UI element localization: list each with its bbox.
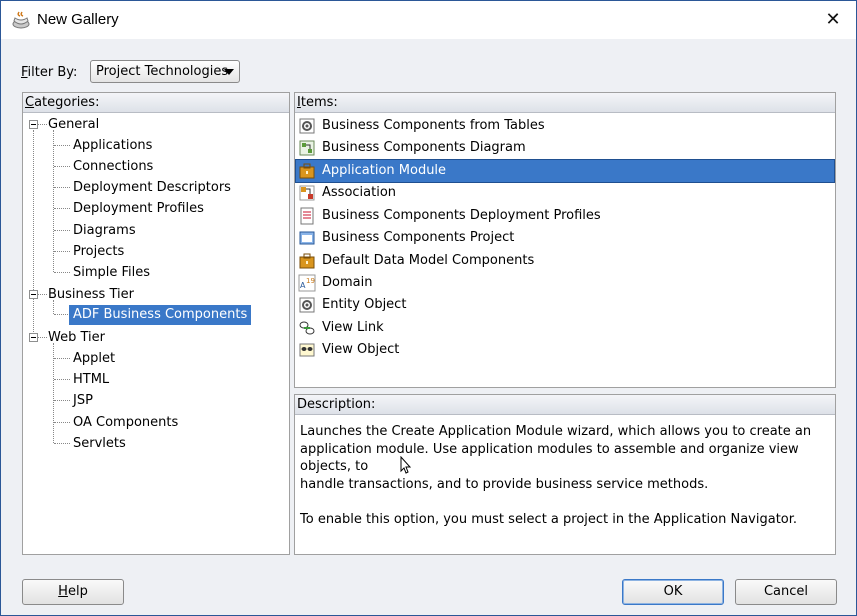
description-text: Launches the Create Application Module w… <box>300 424 812 527</box>
tree-connector <box>54 251 70 252</box>
tree-connector <box>54 443 70 444</box>
item-label: Business Components Deployment Profiles <box>322 208 601 223</box>
cancel-button[interactable]: Cancel <box>735 579 837 605</box>
tree-item-deployment-descriptors[interactable]: Deployment Descriptors <box>73 180 231 195</box>
tree-item-servlets[interactable]: Servlets <box>73 436 126 451</box>
categories-pane: Categories: General Applications Connect… <box>22 92 290 555</box>
items-pane: Items: Business Components from Tables B… <box>294 92 836 388</box>
tree-connector <box>53 300 54 314</box>
deployment-profile-icon <box>300 207 314 225</box>
item-business-components-project[interactable]: Business Components Project <box>296 227 834 249</box>
tree-group-general[interactable]: General <box>48 117 99 132</box>
item-label: Domain <box>322 275 373 290</box>
tree-item-diagrams[interactable]: Diagrams <box>73 223 136 238</box>
tree-connector <box>54 400 70 401</box>
filter-label: Filter By: <box>21 65 77 80</box>
tree-group-business-tier[interactable]: Business Tier <box>48 287 134 302</box>
new-gallery-dialog: New Gallery ✕ Filter By: Project Technol… <box>0 0 857 616</box>
tree-item-applications[interactable]: Applications <box>73 138 152 153</box>
tree-connector <box>54 272 70 273</box>
item-view-link[interactable]: View Link <box>296 317 834 339</box>
tree-item-oa-components[interactable]: OA Components <box>73 415 178 430</box>
tree-item-projects[interactable]: Projects <box>73 244 124 259</box>
categories-header-text: ategories: <box>34 95 100 110</box>
view-object-icon <box>299 343 315 357</box>
collapse-business-tier-icon[interactable] <box>29 290 38 299</box>
item-business-components-deployment-profiles[interactable]: Business Components Deployment Profiles <box>296 205 834 227</box>
tree-connector <box>54 314 70 315</box>
view-link-icon <box>299 321 315 335</box>
chevron-down-icon <box>224 69 234 75</box>
item-view-object[interactable]: View Object <box>296 339 834 361</box>
briefcase-icon <box>299 253 315 269</box>
item-entity-object[interactable]: Entity Object <box>296 294 834 316</box>
tree-connector <box>54 166 70 167</box>
categories-header-mnemonic: C <box>25 95 35 110</box>
tree-connector <box>33 130 34 342</box>
tree-item-connections[interactable]: Connections <box>73 159 153 174</box>
gear-table-icon <box>299 118 315 134</box>
tree-item-deployment-profiles[interactable]: Deployment Profiles <box>73 201 204 216</box>
categories-header: Categories: <box>23 93 289 113</box>
item-label: Business Components from Tables <box>322 118 545 133</box>
ok-button[interactable]: OK <box>622 579 724 605</box>
window-title: New Gallery <box>37 11 119 28</box>
tree-connector <box>54 422 70 423</box>
description-pane: Description: Launches the Create Applica… <box>294 394 836 555</box>
help-label: elp <box>67 584 88 599</box>
tree-connector <box>54 145 70 146</box>
items-header: Items: <box>295 93 835 113</box>
association-icon <box>299 185 315 201</box>
items-header-text: tems: <box>300 95 338 110</box>
tree-group-web-tier[interactable]: Web Tier <box>48 330 105 345</box>
title-bar: New Gallery ✕ <box>1 1 856 39</box>
tree-connector <box>54 379 70 380</box>
tree-connector <box>38 337 47 338</box>
item-label: Association <box>322 185 397 200</box>
java-cup-icon <box>12 11 30 29</box>
collapse-web-tier-icon[interactable] <box>29 333 38 342</box>
project-icon <box>299 231 315 245</box>
filter-dropdown[interactable]: Project Technologies <box>90 60 240 83</box>
tree-item-jsp[interactable]: JSP <box>73 393 93 408</box>
close-button[interactable]: ✕ <box>810 1 856 39</box>
item-label: Business Components Diagram <box>322 140 526 155</box>
tree-connector <box>54 230 70 231</box>
tree-connector <box>38 294 47 295</box>
tree-connector <box>38 124 47 125</box>
item-association[interactable]: Association <box>296 182 834 204</box>
item-label: Default Data Model Components <box>322 253 535 268</box>
entity-object-icon <box>299 297 315 313</box>
tree-item-adf-business-components[interactable]: ADF Business Components <box>69 305 252 325</box>
tree-item-applet[interactable]: Applet <box>73 351 115 366</box>
item-default-data-model-components[interactable]: Default Data Model Components <box>296 250 834 272</box>
filter-label-text: ilter By: <box>27 65 78 80</box>
filter-dropdown-value: Project Technologies <box>96 64 229 79</box>
description-header: Description: <box>295 395 835 415</box>
item-application-module[interactable]: Application Module <box>295 159 835 183</box>
help-mnemonic: H <box>58 584 68 599</box>
item-label: Business Components Project <box>322 230 515 245</box>
item-label: Application Module <box>322 163 447 178</box>
tree-connector <box>54 358 70 359</box>
help-button[interactable]: Help <box>22 579 124 605</box>
svg-text:19: 19 <box>306 277 315 285</box>
item-domain[interactable]: A 19 Domain <box>296 272 834 294</box>
tree-connector <box>54 187 70 188</box>
item-label: View Object <box>322 342 400 357</box>
item-label: View Link <box>322 320 384 335</box>
collapse-general-icon[interactable] <box>29 120 38 129</box>
item-business-components-diagram[interactable]: Business Components Diagram <box>296 137 834 159</box>
tree-connector <box>54 208 70 209</box>
diagram-icon <box>299 140 315 156</box>
tree-item-simple-files[interactable]: Simple Files <box>73 265 150 280</box>
item-business-components-from-tables[interactable]: Business Components from Tables <box>296 115 834 137</box>
mouse-cursor-icon <box>400 456 411 474</box>
briefcase-icon <box>299 163 315 179</box>
tree-item-html[interactable]: HTML <box>73 372 109 387</box>
domain-icon: A 19 <box>298 274 316 292</box>
item-label: Entity Object <box>322 297 407 312</box>
